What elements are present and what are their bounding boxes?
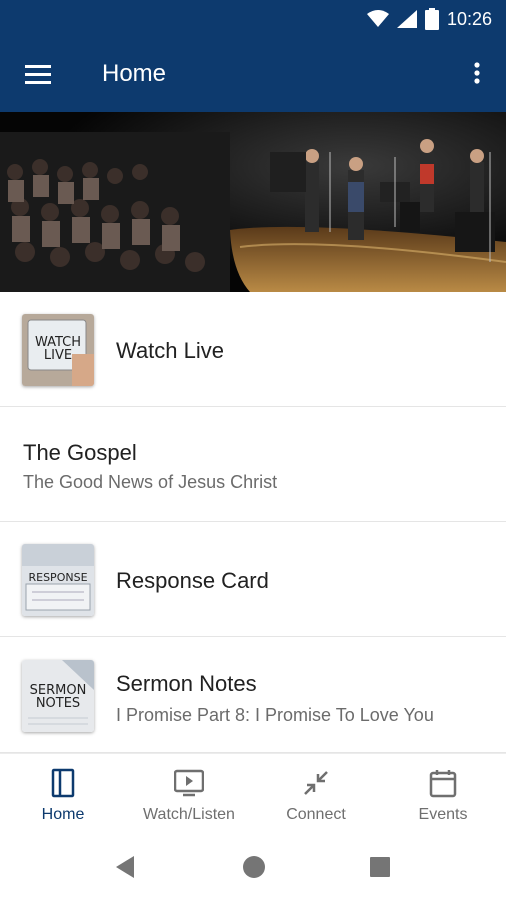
list-item-subtitle: I Promise Part 8: I Promise To Love You [116,705,434,725]
status-icons: 10:26 [366,8,492,30]
page-title: Home [102,60,167,87]
list-item-the-gospel[interactable]: The Gospel The Good News of Jesus Christ [0,407,506,522]
bottom-navigation: Home Watch/Listen Connect Events [0,753,506,833]
list-item-subtitle: The Good News of Jesus Christ [23,472,278,492]
nav-label: Connect [286,806,346,823]
nav-watch-listen[interactable]: Watch/Listen [126,754,252,834]
list-item-response-card[interactable]: RESPONSE Response Card [0,522,506,637]
tv-play-icon [174,769,204,797]
more-vertical-icon[interactable] [468,58,486,92]
battery-icon [424,8,439,30]
home-circle-icon[interactable] [240,853,268,881]
watch-live-thumbnail: WATCH LIVE [22,314,94,386]
thumb-label: WATCH LIVE [34,335,82,363]
nav-label: Watch/Listen [143,806,235,823]
signal-icon [396,10,417,28]
nav-home[interactable]: Home [0,754,126,834]
home-panel-icon [51,768,75,798]
recents-square-icon[interactable] [366,853,394,881]
system-navigation-bar [0,833,506,900]
list-item-title: Sermon Notes [116,671,257,696]
status-time: 10:26 [446,8,492,29]
home-menu-list: WATCH LIVE Watch Live The Gospel The Goo… [0,292,506,753]
hamburger-menu-icon[interactable] [22,60,56,90]
back-icon[interactable] [112,853,140,881]
nav-connect[interactable]: Connect [253,754,379,834]
calendar-icon [429,770,457,798]
nav-label: Home [41,806,85,823]
wifi-icon [366,10,389,27]
sermon-notes-thumbnail: SERMON NOTES [22,660,94,732]
list-item-title: The Gospel [23,440,137,465]
list-item-title: Response Card [116,568,269,593]
list-item-watch-live[interactable]: WATCH LIVE Watch Live [0,292,506,407]
thumb-label: RESPONSE [28,571,88,584]
hero-banner-image [0,112,506,292]
app-bar: Home [0,38,506,112]
status-bar: 10:26 [0,0,506,38]
nav-label: Events [418,806,468,823]
nav-events[interactable]: Events [380,754,506,834]
list-item-title: Watch Live [116,338,225,363]
response-card-thumbnail: RESPONSE [22,544,94,616]
connect-arrows-icon [304,771,328,795]
thumb-label: SERMON NOTES [29,683,87,711]
list-item-sermon-notes[interactable]: SERMON NOTES Sermon Notes I Promise Part… [0,637,506,753]
